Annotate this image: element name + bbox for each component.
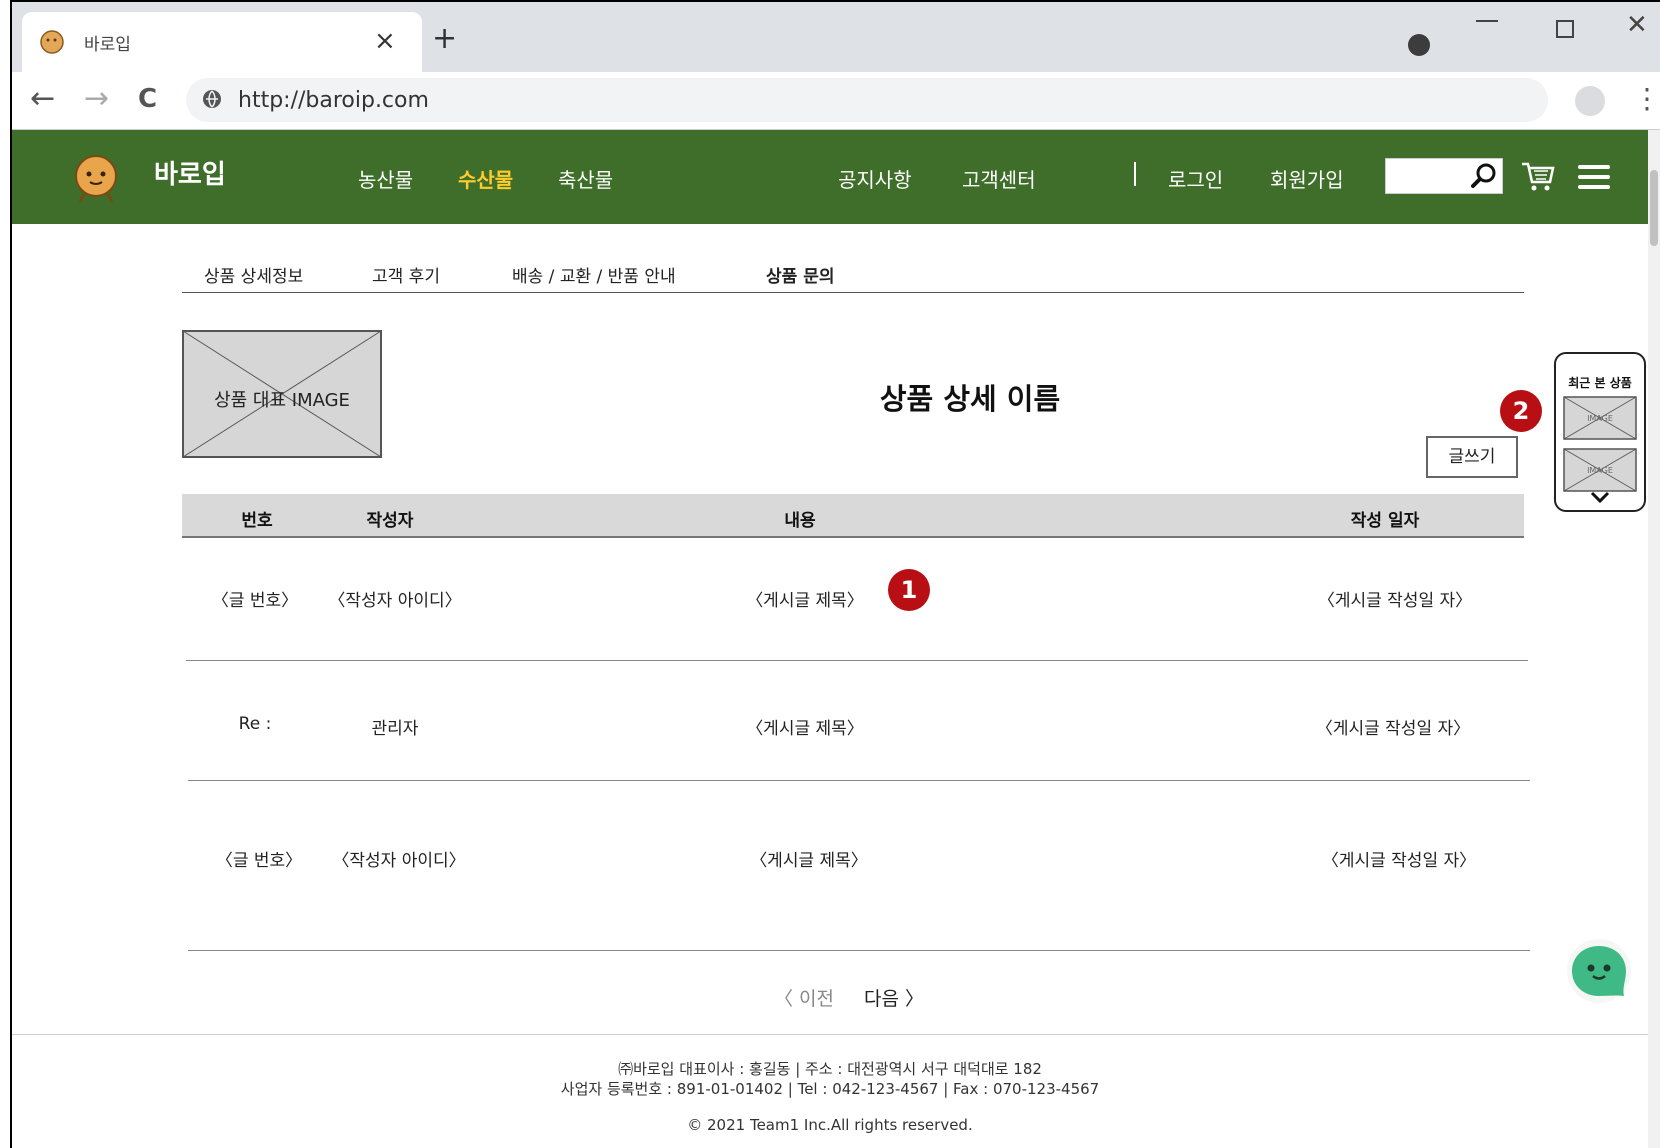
pager-prev-button[interactable]: 〈 이전 bbox=[774, 984, 834, 1011]
window-left-edge bbox=[0, 0, 12, 1148]
row1-author: 〈작성자 아이디〉 bbox=[328, 591, 462, 611]
tab-product-detail[interactable]: 상품 상세정보 bbox=[204, 262, 303, 287]
pager-next-button[interactable]: 다음 〉 bbox=[864, 984, 924, 1011]
col-number: 번호 bbox=[241, 511, 273, 531]
potato-favicon-icon bbox=[40, 30, 64, 54]
annotation-badge-1: 1 bbox=[888, 569, 930, 611]
maximize-icon[interactable] bbox=[1556, 20, 1574, 38]
page-scrollbar[interactable] bbox=[1648, 130, 1660, 1148]
recent-item-2-label: IMAGE bbox=[1587, 466, 1613, 475]
nav-customer-center[interactable]: 고객센터 bbox=[962, 164, 1036, 193]
row-divider bbox=[188, 950, 1530, 951]
url-text[interactable]: http://baroip.com bbox=[238, 88, 429, 113]
nav-agriculture[interactable]: 농산물 bbox=[358, 164, 413, 193]
extension-icon[interactable] bbox=[1408, 34, 1430, 56]
recently-viewed-title: 최근 본 상품 bbox=[1568, 376, 1632, 390]
col-date: 작성 일자 bbox=[1350, 511, 1420, 531]
footer-company-info: ㈜바로입 대표이사 : 홍길동 | 주소 : 대전광역시 서구 대덕대로 182 bbox=[618, 1060, 1042, 1078]
reload-icon[interactable]: C bbox=[138, 82, 157, 116]
nav-divider bbox=[1134, 162, 1136, 186]
row1-title-link[interactable]: 〈게시글 제목〉 bbox=[730, 586, 880, 611]
col-author: 작성자 bbox=[366, 511, 414, 531]
tab-title: 바로입 bbox=[84, 35, 131, 55]
tab-reviews[interactable]: 고객 후기 bbox=[372, 262, 440, 287]
row-divider bbox=[186, 660, 1528, 661]
recent-item-1-label: IMAGE bbox=[1587, 414, 1613, 423]
tab-close-icon[interactable]: × bbox=[374, 26, 396, 56]
chevron-down-icon[interactable] bbox=[1590, 490, 1610, 504]
subtab-divider bbox=[182, 292, 1524, 293]
site-info-icon[interactable] bbox=[200, 87, 224, 111]
forward-icon[interactable]: → bbox=[84, 82, 109, 116]
minimize-icon[interactable] bbox=[1476, 20, 1498, 22]
signup-link[interactable]: 회원가입 bbox=[1270, 164, 1344, 193]
product-title: 상품 상세 이름 bbox=[879, 382, 1061, 416]
browser-tab[interactable] bbox=[22, 12, 422, 72]
row2-author: 관리자 bbox=[371, 719, 419, 739]
row3-title-link[interactable]: 〈게시글 제목〉 bbox=[734, 846, 884, 871]
cart-icon[interactable] bbox=[1520, 158, 1556, 194]
row3-author: 〈작성자 아이디〉 bbox=[332, 851, 466, 871]
brand-name[interactable]: 바로입 bbox=[154, 154, 226, 191]
tab-product-inquiry[interactable]: 상품 문의 bbox=[766, 262, 834, 287]
row2-number: Re : bbox=[238, 714, 272, 734]
nav-seafood[interactable]: 수산물 bbox=[458, 164, 513, 193]
annotation-badge-2: 2 bbox=[1500, 390, 1542, 432]
back-icon[interactable]: ← bbox=[30, 82, 55, 116]
tab-shipping-info[interactable]: 배송 / 교환 / 반품 안내 bbox=[512, 262, 676, 287]
account-icon[interactable] bbox=[1575, 86, 1605, 116]
new-tab-icon[interactable]: + bbox=[432, 24, 457, 54]
recent-item-2[interactable]: IMAGE bbox=[1563, 448, 1637, 492]
row-divider bbox=[188, 780, 1530, 781]
login-link[interactable]: 로그인 bbox=[1168, 164, 1223, 193]
scrollbar-thumb[interactable] bbox=[1650, 170, 1658, 246]
row1-number: 〈글 번호〉 bbox=[211, 591, 299, 611]
row2-title-link[interactable]: 〈게시글 제목〉 bbox=[730, 714, 880, 739]
potato-logo-icon[interactable] bbox=[70, 150, 122, 206]
write-post-button[interactable]: 글쓰기 bbox=[1426, 436, 1518, 478]
footer-divider bbox=[12, 1034, 1648, 1035]
nav-livestock[interactable]: 축산물 bbox=[558, 164, 613, 193]
chatbot-icon[interactable] bbox=[1566, 938, 1632, 1004]
row3-date: 〈게시글 작성일 자〉 bbox=[1321, 851, 1477, 871]
recent-item-1[interactable]: IMAGE bbox=[1563, 396, 1637, 440]
close-window-icon[interactable]: ✕ bbox=[1626, 10, 1648, 40]
row1-date: 〈게시글 작성일 자〉 bbox=[1317, 591, 1473, 611]
search-icon[interactable] bbox=[1470, 162, 1498, 190]
nav-notice[interactable]: 공지사항 bbox=[838, 164, 912, 193]
browser-menu-icon[interactable]: ⋮ bbox=[1633, 84, 1660, 114]
footer-registration-info: 사업자 등록번호 : 891-01-01402 | Tel : 042-123-… bbox=[560, 1080, 1100, 1098]
hamburger-menu-icon[interactable] bbox=[1578, 164, 1610, 190]
row3-number: 〈글 번호〉 bbox=[215, 851, 303, 871]
product-image-label: 상품 대표 IMAGE bbox=[214, 390, 350, 411]
row2-date: 〈게시글 작성일 자〉 bbox=[1315, 719, 1471, 739]
col-content: 내용 bbox=[784, 511, 816, 531]
footer-copyright: © 2021 Team1 Inc.All rights reserved. bbox=[687, 1116, 973, 1134]
